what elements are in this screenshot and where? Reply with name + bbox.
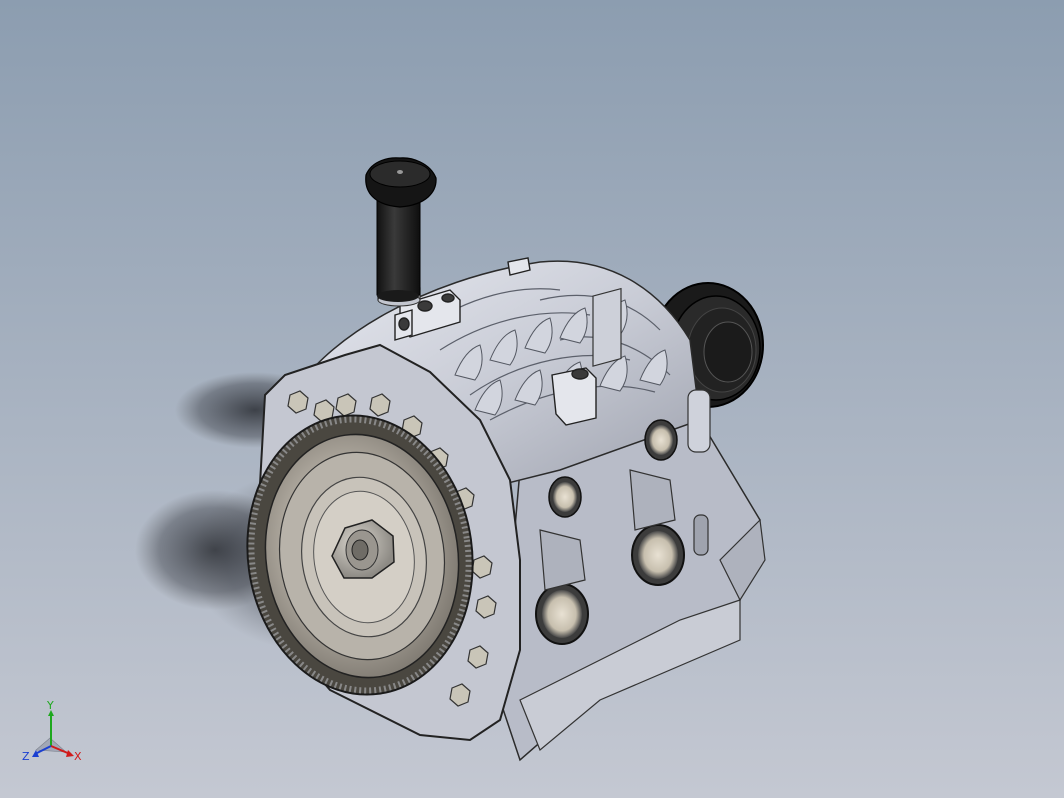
coordinate-triad[interactable]: Y X Z xyxy=(18,700,88,770)
graphics-viewport[interactable]: Y X Z xyxy=(0,0,1064,798)
y-axis-label: Y xyxy=(46,700,54,712)
3d-scene[interactable] xyxy=(0,0,1064,798)
z-axis-label: Z xyxy=(22,750,30,763)
x-axis-label: X xyxy=(74,750,82,763)
x-axis-arrow xyxy=(66,750,74,757)
